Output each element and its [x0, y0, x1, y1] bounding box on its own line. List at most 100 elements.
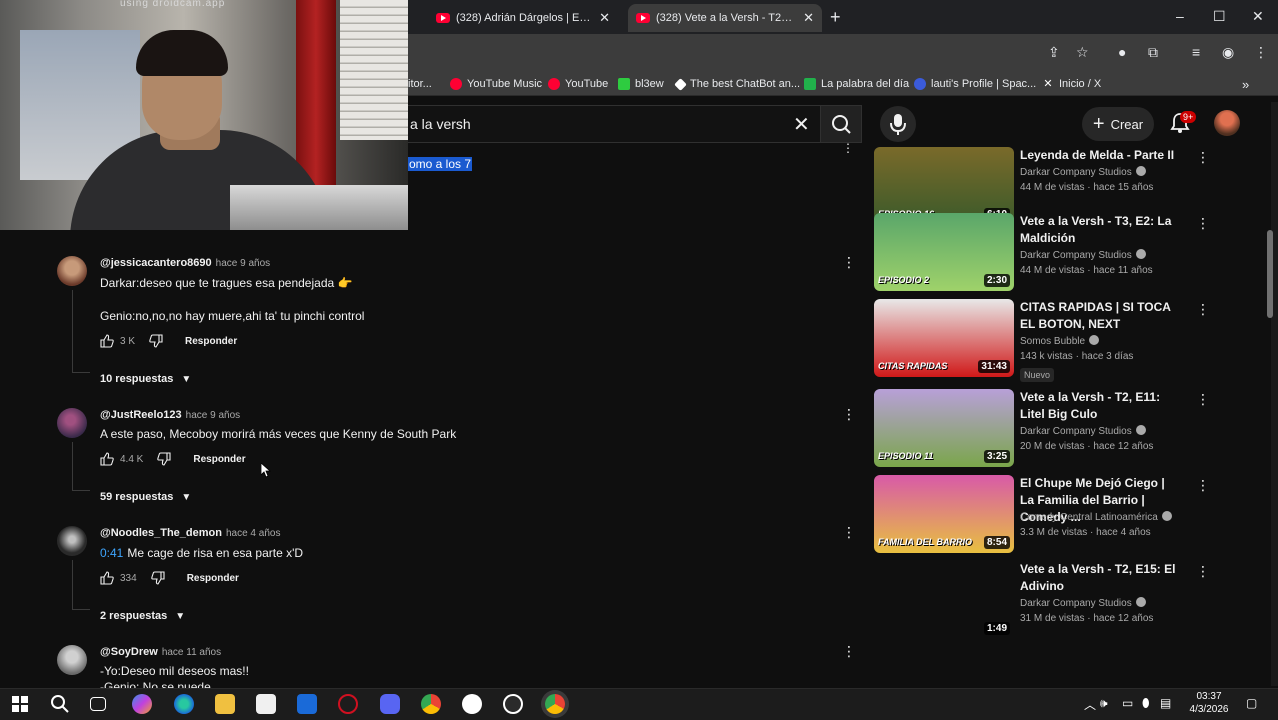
comment-author-handle[interactable]: @JustReelo123: [100, 409, 182, 421]
channel-name[interactable]: Darkar Company Studios: [1020, 426, 1132, 437]
reply-button[interactable]: Responder: [193, 454, 245, 465]
like-icon[interactable]: [100, 571, 114, 585]
bookmark-chatbot[interactable]: The best ChatBot an...: [674, 76, 800, 92]
channel-name[interactable]: Darkar Company Studios: [1020, 250, 1132, 261]
comment-menu-icon[interactable]: ⋮: [842, 643, 856, 660]
system-clock[interactable]: 03:37 4/3/2026: [1186, 690, 1232, 716]
tab-vete-a-la-versh[interactable]: (328) Vete a la Versh - T2, E1: La ✕: [628, 4, 822, 32]
video-title[interactable]: Vete a la Versh - T3, E2: La Maldición: [1020, 213, 1180, 247]
comment-author-handle[interactable]: @jessicacantero8690: [100, 257, 212, 269]
tab-close-icon[interactable]: ✕: [599, 10, 610, 26]
video-title[interactable]: Vete a la Versh - T2, E11: Litel Big Cul…: [1020, 389, 1180, 423]
bookmark-youtube[interactable]: YouTube: [548, 76, 608, 92]
avatar[interactable]: [57, 256, 87, 286]
view-replies-button[interactable]: 2 respuestas ▼: [100, 610, 185, 622]
close-window-button[interactable]: ✕: [1252, 8, 1264, 25]
like-icon[interactable]: [100, 452, 114, 466]
sidebar-video-item[interactable]: CITAS RAPIDAS 31:43 CITAS RAPIDAS | SI TOC…: [874, 299, 1214, 382]
comment-author[interactable]: @jessicacantero8690 hace 9 años: [100, 257, 270, 269]
channel-name[interactable]: Darkar Company Studios: [1020, 167, 1132, 178]
chrome-menu-icon[interactable]: ⋮: [1254, 44, 1268, 61]
install-app-icon[interactable]: ⇪: [1048, 44, 1060, 61]
scrollbar-track[interactable]: [1271, 102, 1278, 686]
battery-icon[interactable]: ▭: [1122, 696, 1133, 710]
bookmark-item[interactable]: itor...: [408, 76, 432, 92]
comment-menu-icon[interactable]: ⋮: [842, 406, 856, 423]
reply-button[interactable]: Responder: [187, 573, 239, 584]
channel-name[interactable]: Comedy Central Latinoamérica: [1020, 512, 1158, 523]
comment-author[interactable]: @JustReelo123 hace 9 años: [100, 409, 240, 421]
avatar[interactable]: [57, 526, 87, 556]
bookmark-bl3ew[interactable]: bl3ew: [618, 76, 664, 92]
voice-search-button[interactable]: [880, 106, 916, 142]
sidebar-video-item[interactable]: 1:49 Vete a la Versh - T2, E15: El Adivin…: [874, 561, 1214, 643]
extension-icon[interactable]: ●: [1118, 44, 1126, 60]
sidebar-video-item[interactable]: EPISODIO 2 2:30 Vete a la Versh - T3, E2: …: [874, 213, 1214, 295]
volume-icon[interactable]: 🕪: [1100, 696, 1108, 711]
comment-menu-icon[interactable]: ⋮: [842, 524, 856, 541]
opera-icon[interactable]: [338, 694, 358, 714]
edge-icon[interactable]: [174, 694, 194, 714]
dislike-icon[interactable]: [157, 452, 171, 466]
notifications-icon[interactable]: ▢: [1246, 696, 1257, 710]
copilot-icon[interactable]: [132, 694, 152, 714]
timestamp-link[interactable]: 0:41: [100, 546, 123, 560]
bookmark-palabra-del-dia[interactable]: La palabra del día: [804, 76, 909, 92]
scrollbar-thumb[interactable]: [1267, 230, 1273, 318]
video-channel[interactable]: Somos Bubble: [1020, 335, 1100, 347]
bookmark-youtube-music[interactable]: YouTube Music: [450, 76, 542, 92]
dislike-icon[interactable]: [150, 571, 165, 585]
like-icon[interactable]: [100, 334, 114, 348]
video-menu-icon[interactable]: ⋮: [1196, 477, 1210, 494]
clear-search-button[interactable]: ✕: [793, 112, 810, 137]
outlook-icon[interactable]: [297, 694, 317, 714]
maximize-button[interactable]: ☐: [1213, 8, 1226, 25]
bookmark-lauti-profile[interactable]: lauti's Profile | Spac...: [914, 76, 1036, 92]
minimize-button[interactable]: –: [1176, 8, 1184, 24]
sidebar-video-item[interactable]: FAMILIA DEL BARRIO 8:54 El Chupe Me Dejó C…: [874, 475, 1214, 557]
microphone-tray-icon[interactable]: ⬮: [1142, 696, 1150, 711]
bookmark-x[interactable]: ✕ Inicio / X: [1042, 76, 1101, 92]
search-input[interactable]: a la versh: [410, 116, 471, 132]
video-thumbnail[interactable]: CITAS RAPIDAS 31:43: [874, 299, 1014, 377]
discord-icon[interactable]: [380, 694, 400, 714]
extensions-puzzle-icon[interactable]: ⧉: [1148, 44, 1158, 61]
github-icon[interactable]: [503, 694, 523, 714]
video-thumbnail[interactable]: 1:49: [874, 561, 1014, 639]
video-title[interactable]: Leyenda de Melda - Parte II: [1020, 147, 1180, 164]
chrome-icon[interactable]: [421, 694, 441, 714]
network-icon[interactable]: ▤: [1160, 696, 1171, 710]
file-explorer-icon[interactable]: [215, 694, 235, 714]
tab-close-icon[interactable]: ✕: [803, 10, 814, 26]
account-avatar[interactable]: [1214, 110, 1240, 136]
tab-adrian-dargelos[interactable]: (328) Adrián Dárgelos | El músic ✕: [428, 6, 618, 30]
video-menu-icon[interactable]: ⋮: [1196, 563, 1210, 580]
video-channel[interactable]: Comedy Central Latinoamérica: [1020, 511, 1172, 523]
comment-time[interactable]: hace 9 años: [216, 258, 271, 269]
avatar[interactable]: [57, 408, 87, 438]
comment-time[interactable]: hace 9 años: [186, 410, 241, 421]
view-replies-button[interactable]: 59 respuestas ▼: [100, 491, 191, 503]
search-button[interactable]: [820, 105, 862, 143]
channel-name[interactable]: Darkar Company Studios: [1020, 598, 1132, 609]
video-menu-icon[interactable]: ⋮: [1196, 301, 1210, 318]
profile-icon[interactable]: ◉: [1222, 44, 1234, 61]
chrome-active-icon[interactable]: [545, 694, 565, 714]
video-title[interactable]: CITAS RAPIDAS | SI TOCA EL BOTON, NEXT: [1020, 299, 1180, 333]
more-bookmarks-button[interactable]: »: [1242, 76, 1249, 92]
video-thumbnail[interactable]: FAMILIA DEL BARRIO 8:54: [874, 475, 1014, 553]
windows-start-icon[interactable]: [10, 694, 30, 714]
reply-button[interactable]: Responder: [185, 336, 237, 347]
comment-author[interactable]: @SoyDrew hace 11 años: [100, 646, 221, 658]
comment-author[interactable]: @Noodles_The_demon hace 4 años: [100, 527, 280, 539]
steam-icon[interactable]: [462, 694, 482, 714]
comment-menu-icon[interactable]: ⋮: [842, 254, 856, 271]
video-thumbnail[interactable]: EPISODIO 11 3:25: [874, 389, 1014, 467]
video-channel[interactable]: Darkar Company Studios: [1020, 166, 1146, 178]
media-control-icon[interactable]: ≡: [1192, 44, 1200, 60]
sidebar-video-item[interactable]: EPISODIO 11 3:25 Vete a la Versh - T2, E11…: [874, 389, 1214, 471]
video-menu-icon[interactable]: ⋮: [1196, 391, 1210, 408]
video-channel[interactable]: Darkar Company Studios: [1020, 597, 1146, 609]
bookmark-star-icon[interactable]: ☆: [1076, 44, 1089, 61]
view-replies-button[interactable]: 10 respuestas ▼: [100, 373, 191, 385]
